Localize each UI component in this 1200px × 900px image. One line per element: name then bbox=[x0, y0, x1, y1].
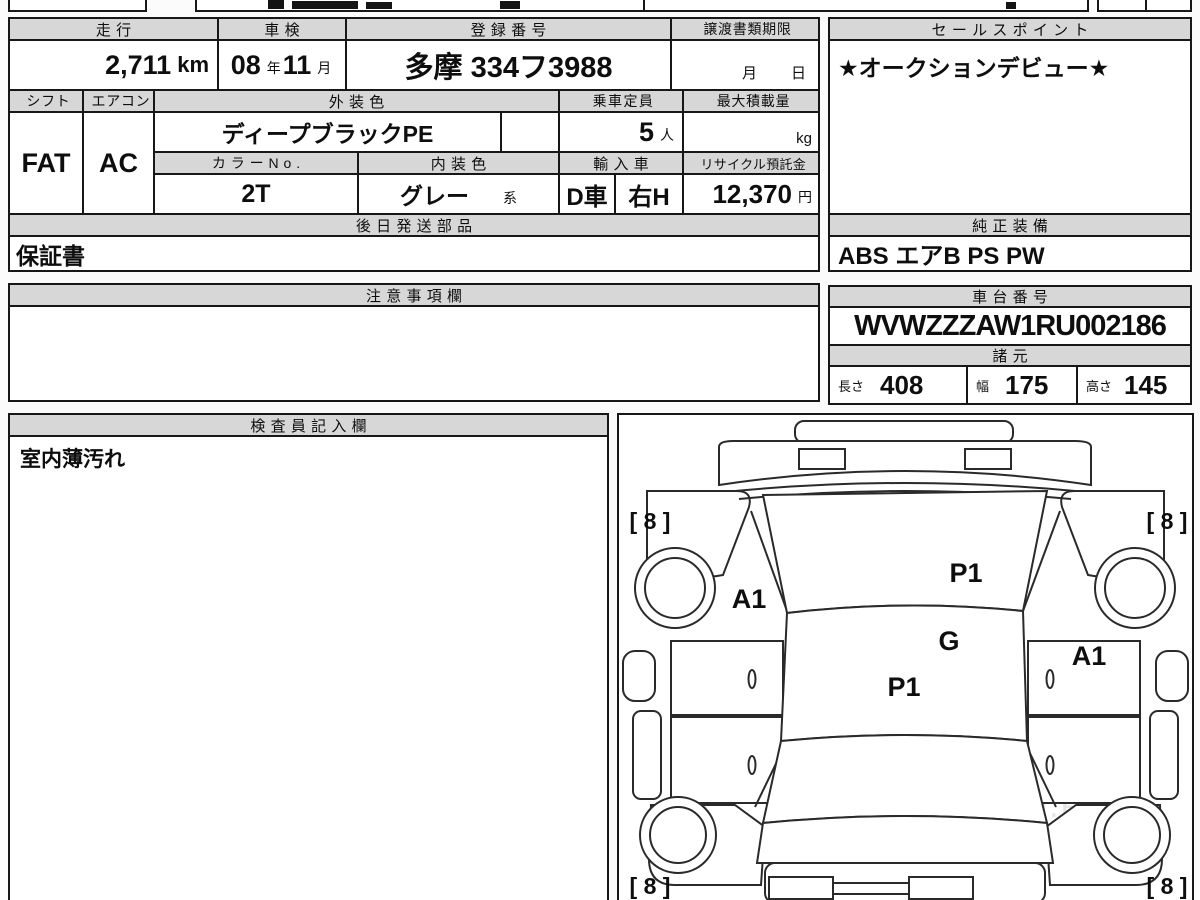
rear-window bbox=[761, 734, 1049, 825]
cutoff-text-fragment bbox=[1006, 2, 1016, 9]
right-headlight bbox=[964, 448, 1012, 470]
import-car-value-1: D車 bbox=[558, 173, 616, 215]
rear-bumper-detail-left bbox=[768, 876, 834, 900]
front-right-wheel bbox=[1094, 547, 1176, 629]
chassis-number-value: WVWZZZAW1RU002186 bbox=[828, 306, 1192, 346]
capacity-header: 乗車定員 bbox=[558, 89, 684, 113]
later-parts-value: 保証書 bbox=[8, 235, 820, 272]
cutoff-text-fragment bbox=[292, 1, 358, 9]
cutoff-text-fragment bbox=[500, 1, 520, 9]
cowl-line-1 bbox=[734, 482, 1076, 492]
interior-color-value: グレー系 bbox=[357, 173, 560, 215]
front-left-wheel bbox=[634, 547, 716, 629]
cutoff-row-segment bbox=[195, 0, 645, 12]
rear-left-wheel bbox=[639, 796, 717, 874]
aircon-value: AC bbox=[82, 111, 155, 215]
spec-height-cell: 高さ 145 bbox=[1076, 365, 1192, 405]
tire-depth-mark: [ 8 ] bbox=[1147, 873, 1188, 899]
cutoff-row-segment bbox=[1097, 0, 1147, 12]
transfer-deadline-header: 譲渡書類期限 bbox=[670, 17, 820, 41]
genuine-equipment-value: ABS エアB PS PW bbox=[828, 235, 1192, 272]
right-mirror bbox=[1155, 650, 1189, 702]
tire-depth-mark: [ 8 ] bbox=[1147, 508, 1188, 534]
aircon-header: エアコン bbox=[82, 89, 155, 113]
sales-point-header: セールスポイント bbox=[828, 17, 1192, 41]
damage-code: P1 bbox=[949, 558, 982, 588]
notice-body bbox=[8, 305, 820, 402]
cutoff-row-segment bbox=[643, 0, 1089, 12]
damage-code: G bbox=[938, 626, 959, 656]
auction-sheet: 走行 車検 登録番号 譲渡書類期限 2,711 km 08 年 11 月 多摩 334フ… bbox=[0, 0, 1200, 900]
trunk bbox=[755, 815, 1055, 864]
chassis-number-header: 車台番号 bbox=[828, 285, 1192, 308]
cutoff-text-fragment bbox=[366, 2, 392, 9]
rear-right-wheel bbox=[1093, 796, 1171, 874]
right-rear-door bbox=[1027, 716, 1141, 804]
import-car-header: 輸入車 bbox=[558, 151, 684, 175]
import-car-value-2: 右H bbox=[614, 173, 684, 215]
damage-code: P1 bbox=[887, 672, 920, 702]
capacity-value: 5人 bbox=[558, 111, 684, 153]
damage-code: A1 bbox=[1072, 641, 1107, 671]
genuine-equipment-header: 純正装備 bbox=[828, 213, 1192, 237]
damage-diagram-box: WEB STUDIO.PRO bbox=[617, 413, 1194, 900]
sales-point-value: ★オークションデビュー★ bbox=[828, 39, 1192, 215]
mileage-header: 走行 bbox=[8, 17, 219, 41]
color-no-value: 2T bbox=[153, 173, 359, 215]
inspection-header: 車検 bbox=[217, 17, 347, 41]
spec-width-cell: 幅 175 bbox=[966, 365, 1078, 405]
left-mirror bbox=[622, 650, 656, 702]
cutoff-row-segment bbox=[8, 0, 147, 12]
inspection-value: 08 年 11 月 bbox=[217, 39, 347, 91]
inspector-notes-header: 検査員記入欄 bbox=[8, 413, 609, 437]
registration-header: 登録番号 bbox=[345, 17, 672, 41]
notice-header: 注意事項欄 bbox=[8, 283, 820, 307]
tire-depth-mark: [ 8 ] bbox=[630, 508, 671, 534]
rear-bumper-detail-right bbox=[908, 876, 974, 900]
specs-header: 諸元 bbox=[828, 344, 1192, 367]
left-sill bbox=[632, 710, 662, 800]
inspector-notes-body: 室内薄汚れ bbox=[8, 435, 609, 900]
recycle-deposit-header: リサイクル預託金 bbox=[682, 151, 820, 175]
cutoff-text-fragment bbox=[268, 0, 284, 9]
shift-value: FAT bbox=[8, 111, 84, 215]
color-no-header: カラーNo. bbox=[153, 151, 359, 175]
left-headlight bbox=[798, 448, 846, 470]
windshield bbox=[761, 489, 1049, 615]
mileage-value: 2,711 km bbox=[8, 39, 219, 91]
recycle-deposit-value: 12,370 円 bbox=[682, 173, 820, 215]
damage-code: A1 bbox=[732, 584, 767, 614]
left-front-door bbox=[670, 640, 784, 716]
shift-header: シフト bbox=[8, 89, 84, 113]
tire-depth-mark: [ 8 ] bbox=[630, 873, 671, 899]
exterior-color-header: 外装色 bbox=[153, 89, 560, 113]
right-sill bbox=[1149, 710, 1179, 800]
max-load-header: 最大積載量 bbox=[682, 89, 820, 113]
transfer-deadline-value: 月日 bbox=[670, 39, 820, 91]
exterior-color-value: ディープブラックPE bbox=[153, 111, 502, 153]
left-rear-door bbox=[670, 716, 784, 804]
cutoff-row-segment bbox=[1145, 0, 1192, 12]
interior-color-header: 内装色 bbox=[357, 151, 560, 175]
registration-value: 多摩 334フ3988 bbox=[345, 39, 672, 91]
later-parts-header: 後日発送部品 bbox=[8, 213, 820, 237]
front-bumper bbox=[794, 420, 1014, 444]
hood bbox=[718, 440, 1092, 487]
spec-length-cell: 長さ 408 bbox=[828, 365, 968, 405]
car-top-view-diagram: WEB STUDIO.PRO bbox=[622, 420, 1189, 900]
rear-bumper-detail-center bbox=[832, 882, 910, 895]
max-load-value: kg bbox=[682, 111, 820, 153]
exterior-color-spare-cell bbox=[500, 111, 560, 153]
